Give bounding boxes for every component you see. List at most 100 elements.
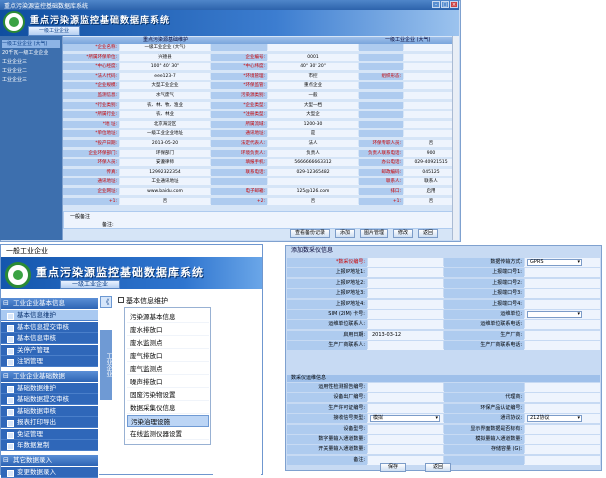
- field-value[interactable]: [368, 310, 443, 319]
- form-button[interactable]: 修改: [393, 229, 413, 238]
- field-value[interactable]: [368, 403, 443, 413]
- field-value[interactable]: 市控: [268, 72, 358, 80]
- field-value[interactable]: 否: [404, 140, 458, 147]
- field-value[interactable]: 是: [268, 130, 358, 138]
- field-value[interactable]: [525, 435, 600, 444]
- dropdown-item[interactable]: 固废污染物设置: [127, 389, 209, 401]
- form-button[interactable]: 返回: [418, 229, 438, 238]
- field-value[interactable]: 法人: [268, 140, 358, 147]
- field-value[interactable]: [404, 120, 458, 128]
- field-value[interactable]: [368, 258, 443, 267]
- sidebar-item[interactable]: 工业企业三: [2, 58, 60, 66]
- field-value[interactable]: 环保部门: [120, 149, 210, 157]
- field-value[interactable]: 大型企: [268, 111, 358, 119]
- sidebar-item[interactable]: 20千瓦—级工业企业: [2, 49, 60, 57]
- nav-item[interactable]: 关停产管理: [1, 344, 98, 356]
- field-value[interactable]: [525, 424, 600, 434]
- field-value[interactable]: [525, 299, 600, 309]
- top-scrollbar[interactable]: [452, 36, 459, 240]
- field-value[interactable]: eee123-7: [120, 72, 210, 80]
- field-value[interactable]: [404, 63, 458, 71]
- field-value[interactable]: [404, 130, 458, 138]
- field-value[interactable]: [404, 82, 458, 90]
- field-value[interactable]: [368, 299, 443, 309]
- select-box[interactable]: [527, 311, 582, 318]
- field-value[interactable]: 12992322354: [120, 168, 210, 176]
- field-value[interactable]: [525, 341, 600, 351]
- field-value[interactable]: 工业通讯地址: [120, 178, 210, 186]
- form-button[interactable]: 返回: [425, 463, 451, 472]
- dropdown-item[interactable]: 污染治理设施: [127, 415, 209, 427]
- nav-group[interactable]: 工业企业基础数据: [1, 370, 98, 382]
- minimize-icon[interactable]: –: [432, 1, 440, 8]
- nav-item[interactable]: 注销管理: [1, 356, 98, 367]
- field-value[interactable]: [404, 53, 458, 61]
- nav-item[interactable]: 基本信息提交审核: [1, 321, 98, 333]
- form-button[interactable]: 保存: [380, 463, 406, 472]
- field-value[interactable]: 2013-05-20: [120, 140, 210, 147]
- field-value[interactable]: [368, 268, 443, 278]
- field-value[interactable]: [525, 278, 600, 288]
- form-button[interactable]: 添加: [335, 229, 355, 238]
- form-button[interactable]: 查看备份记录: [290, 229, 330, 238]
- nav-item[interactable]: 年数据复制: [1, 440, 98, 451]
- field-value[interactable]: [368, 289, 443, 299]
- nav-item[interactable]: 基础数据维护: [1, 382, 98, 394]
- field-value[interactable]: 负责人: [268, 149, 358, 157]
- nav-item[interactable]: 报表打印导出: [1, 417, 98, 428]
- field-value[interactable]: 一级工业企业 (大气): [120, 44, 210, 51]
- field-value[interactable]: 北京海淀区: [120, 120, 210, 128]
- field-value[interactable]: 一级工业企业地址: [120, 130, 210, 138]
- field-value[interactable]: [525, 268, 600, 278]
- field-value[interactable]: [404, 72, 458, 80]
- field-value[interactable]: [404, 101, 458, 109]
- field-value[interactable]: [268, 178, 358, 186]
- select-box[interactable]: 模拟: [370, 415, 440, 423]
- field-value[interactable]: [368, 424, 443, 434]
- tab-industrial[interactable]: 一级工业企业: [28, 26, 80, 36]
- sidebar-item[interactable]: 一级工业企业 (大气): [2, 40, 60, 48]
- field-value[interactable]: 农、林业: [120, 111, 210, 119]
- nav-item[interactable]: 基本信息维护: [1, 310, 98, 321]
- field-value[interactable]: 一般: [268, 92, 358, 99]
- field-value[interactable]: 联系人: [404, 178, 458, 186]
- field-value[interactable]: [525, 330, 600, 340]
- dropdown-item[interactable]: 废气排放口: [127, 350, 209, 362]
- field-value[interactable]: [368, 320, 443, 330]
- field-value[interactable]: [525, 320, 600, 330]
- field-value[interactable]: 水气废气: [120, 92, 210, 99]
- sidebar-item[interactable]: 工业企业三: [2, 76, 60, 84]
- dropdown-item[interactable]: 废水监测点: [127, 337, 209, 349]
- field-value[interactable]: [404, 111, 458, 119]
- sidebar-item[interactable]: 工业企业二: [2, 67, 60, 75]
- nav-group[interactable]: 工业企业基本信息: [1, 298, 98, 309]
- maximize-icon[interactable]: □: [441, 1, 449, 8]
- field-value[interactable]: [525, 455, 600, 465]
- nav-item[interactable]: 变更数据录入: [1, 466, 98, 478]
- select-box[interactable]: 212协议: [527, 415, 582, 423]
- field-value[interactable]: [525, 403, 600, 413]
- form-button[interactable]: 图片管理: [360, 229, 388, 238]
- field-value[interactable]: 启用: [404, 188, 458, 195]
- field-value[interactable]: www.baidu.com: [120, 188, 210, 195]
- field-value[interactable]: 1200-30: [268, 120, 358, 128]
- dropdown-item[interactable]: 噪声排放口: [127, 376, 209, 388]
- field-value[interactable]: [404, 44, 458, 51]
- field-value[interactable]: 900: [404, 149, 458, 157]
- field-value[interactable]: [525, 393, 600, 403]
- field-value[interactable]: 否: [268, 197, 358, 205]
- collapse-icon[interactable]: 《: [100, 296, 112, 308]
- field-value[interactable]: [525, 289, 600, 299]
- dropdown-item[interactable]: 在线监测仪器设置: [127, 428, 209, 440]
- nav-item[interactable]: 基础数据提交审核: [1, 394, 98, 405]
- field-value[interactable]: [525, 383, 600, 392]
- nav-item[interactable]: 基本信息审核: [1, 333, 98, 344]
- field-value[interactable]: 125@126.com: [268, 188, 358, 195]
- field-value[interactable]: 重点企业: [268, 82, 358, 90]
- field-value[interactable]: 大型工业企业: [120, 82, 210, 90]
- field-value[interactable]: [268, 44, 358, 51]
- field-value[interactable]: 农、林、牧、渔业: [120, 101, 210, 109]
- close-icon[interactable]: ×: [450, 1, 458, 8]
- left-tab-industrial[interactable]: 一级工业企业: [60, 280, 120, 289]
- dropdown-item[interactable]: 污染源基本信息: [127, 311, 209, 323]
